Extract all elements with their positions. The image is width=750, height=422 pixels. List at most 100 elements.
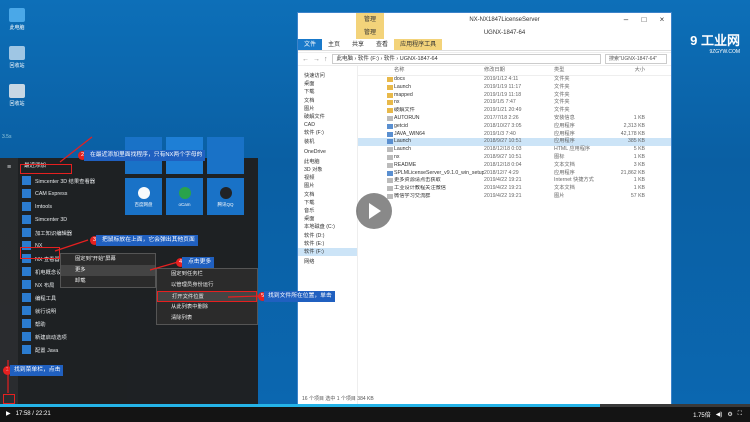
settings-icon[interactable]: ⚙ (727, 411, 732, 418)
file-row[interactable]: nx 2018/9/27 10:51 图标 1 KB (358, 154, 671, 162)
nav-item[interactable]: 下载 (298, 88, 357, 96)
desktop-icon-recycle-1[interactable]: 回收站 (2, 46, 32, 69)
file-size: 3 KB (633, 161, 645, 168)
file-row[interactable]: AUTORUN 2017/7/18 2:26 安装信息 1 KB (358, 115, 671, 123)
back-arrow-icon[interactable]: ← (302, 56, 309, 63)
nav-item[interactable]: 此电脑 (298, 158, 357, 166)
nav-item[interactable]: 图片 (298, 105, 357, 113)
file-date: 2019/1/3 7:40 (484, 130, 516, 137)
file-row[interactable]: 工业设计教程关注微信 2019/4/22 19:21 文本文档 1 KB (358, 185, 671, 193)
progress-bar[interactable] (0, 404, 750, 407)
minimize-button[interactable]: – (617, 13, 635, 27)
nav-item[interactable]: 软件 (E:) (298, 240, 357, 248)
nav-item[interactable]: 视频 (298, 174, 357, 182)
file-row[interactable]: 破解文件 2019/1/21 20:49 文件夹 (358, 107, 671, 115)
header-size[interactable]: 大小 (600, 66, 645, 75)
nav-item[interactable]: CAD (298, 121, 357, 129)
nav-item[interactable]: OneDrive (298, 148, 357, 156)
fullscreen-icon[interactable]: ⛶ (738, 411, 742, 418)
start-app-item[interactable]: Simcenter 3D (18, 213, 118, 226)
nav-item[interactable]: 桌面 (298, 215, 357, 223)
file-date: 2018/9/27 10:51 (484, 138, 522, 145)
nav-item[interactable]: 桌面 (298, 80, 357, 88)
tab-file[interactable]: 文件 (298, 39, 323, 50)
tab-share[interactable]: 共享 (346, 39, 370, 50)
play-pause-icon[interactable]: ▶ (6, 410, 11, 417)
menu-run-as-admin[interactable]: 以管理员身份运行 (157, 280, 257, 291)
hamburger-icon[interactable]: ≡ (0, 158, 18, 178)
play-overlay-button[interactable] (356, 193, 392, 229)
header-date[interactable]: 修改日期 (484, 66, 554, 75)
file-name: 更多资源请点击获取 (394, 177, 441, 184)
menu-pin-taskbar[interactable]: 固定到任务栏 (157, 269, 257, 280)
start-app-item[interactable]: 帮助 (18, 317, 118, 330)
nav-item[interactable]: 3D 对象 (298, 166, 357, 174)
desktop-icon-computer[interactable]: 此电脑 (2, 8, 32, 31)
file-row[interactable]: Launch 2018/9/27 10:51 应用程序 385 KB (358, 138, 671, 147)
start-app-item[interactable]: 配置 Java (18, 343, 118, 356)
maximize-button[interactable]: □ (635, 13, 653, 27)
start-app-label: Simcenter 3D 结果查看器 (35, 178, 96, 185)
nav-item[interactable]: 下载 (298, 199, 357, 207)
nav-item[interactable]: 文档 (298, 97, 357, 105)
file-row[interactable]: Launch 2019/1/19 11:17 文件夹 (358, 84, 671, 92)
start-app-item[interactable]: CAM Express (18, 187, 118, 200)
tile-blank-3[interactable] (207, 137, 244, 174)
tab-home[interactable]: 主页 (322, 39, 346, 50)
file-row[interactable]: README 2018/12/18 0:04 文本文档 3 KB (358, 162, 671, 170)
nav-item[interactable]: 软件 (D:) (298, 232, 357, 240)
nav-item[interactable]: 快速访问 (298, 72, 357, 80)
file-row[interactable]: nx 2019/1/5 7:47 文件夹 (358, 99, 671, 107)
file-row[interactable]: SPLMLicenseServer_v9.1.0_win_setup 2018/1… (358, 170, 671, 178)
nav-item[interactable]: 软件 (F:) (298, 129, 357, 137)
start-app-item[interactable]: 新建启动选项 (18, 330, 118, 343)
nav-item[interactable]: 图片 (298, 182, 357, 190)
header-type[interactable]: 类型 (554, 66, 600, 75)
nav-item[interactable]: 网络 (298, 258, 357, 266)
tab-view[interactable]: 查看 (370, 39, 394, 50)
search-input[interactable]: 搜索"UGNX-1847-64" (605, 54, 667, 64)
file-row[interactable]: JAVA_WIN64 2019/1/3 7:40 应用程序 42,178 KB (358, 131, 671, 139)
nav-item[interactable]: 文档 (298, 191, 357, 199)
tile-qq[interactable]: 腾讯QQ (207, 178, 244, 215)
nav-item[interactable]: 音乐 (298, 207, 357, 215)
header-name[interactable]: 名称 (394, 66, 484, 75)
app-icon (22, 228, 31, 237)
nav-item[interactable]: 装机 (298, 138, 357, 146)
file-type: 文件夹 (554, 107, 570, 114)
qq-icon (219, 187, 232, 199)
forward-arrow-icon[interactable]: → (313, 56, 320, 63)
file-row[interactable]: 更多资源请点击获取 2019/4/22 19:21 Internet 快捷方式 1 K… (358, 177, 671, 185)
menu-clear-list[interactable]: 清除列表 (157, 313, 257, 324)
nav-item[interactable]: 软件 (F:) (298, 247, 357, 257)
volume-icon[interactable]: ◀) (716, 411, 723, 418)
start-app-item[interactable]: Simcenter 3D 结果查看器 (18, 174, 118, 187)
nav-item[interactable]: 本地磁盘 (C:) (298, 223, 357, 231)
nav-item[interactable]: 破解文件 (298, 113, 357, 121)
tab-app-tools[interactable]: 应用程序工具 (394, 39, 443, 50)
navigation-pane: 快速访问 桌面 下载 文档 图片 破解文件 CAD 软件 (F:) 装机 OneDrive 此电脑 3… (298, 66, 358, 404)
menu-open-file-location[interactable]: 打开文件位置 (157, 291, 257, 302)
menu-uninstall[interactable]: 卸载 (61, 276, 155, 287)
speed-button[interactable]: 1.75倍 (693, 410, 711, 419)
file-row[interactable]: getcid 2018/10/27 3:05 应用程序 2,313 KB (358, 123, 671, 131)
folder-icon (387, 77, 393, 82)
file-date: 2017/7/18 2:26 (484, 114, 519, 121)
file-row[interactable]: 微信学习交流群 2019/4/22 19:21 图片 57 KB (358, 193, 671, 201)
tile-baidu[interactable]: 百度网盘 (125, 178, 162, 215)
start-app-item[interactable]: 就行说明 (18, 304, 118, 317)
desktop-icon-recycle-2[interactable]: 回收站 (2, 84, 32, 107)
start-app-item[interactable]: 编程工具 (18, 291, 118, 304)
menu-pin-start[interactable]: 固定到"开始"屏幕 (61, 254, 155, 265)
file-row[interactable]: Launch 2018/12/18 0:03 HTML 应用程序 5 KB (358, 146, 671, 154)
menu-more[interactable]: 更多 (61, 265, 155, 276)
file-row[interactable]: mapped 2019/1/19 11:18 文件夹 (358, 92, 671, 100)
file-size: 1 KB (633, 177, 645, 184)
start-app-item[interactable]: Imtools (18, 200, 118, 213)
file-row[interactable]: docs 2019/1/12 4:11 文件夹 (358, 76, 671, 84)
tile-ocam[interactable]: oCam (166, 178, 203, 215)
close-button[interactable]: × (653, 13, 671, 27)
up-arrow-icon[interactable]: ↑ (324, 56, 328, 63)
menu-remove-from-list[interactable]: 从此列表中删除 (157, 302, 257, 313)
path-input[interactable]: 此电脑 › 软件 (F:) › 软件 › UGNX-1847-64 (331, 54, 601, 64)
